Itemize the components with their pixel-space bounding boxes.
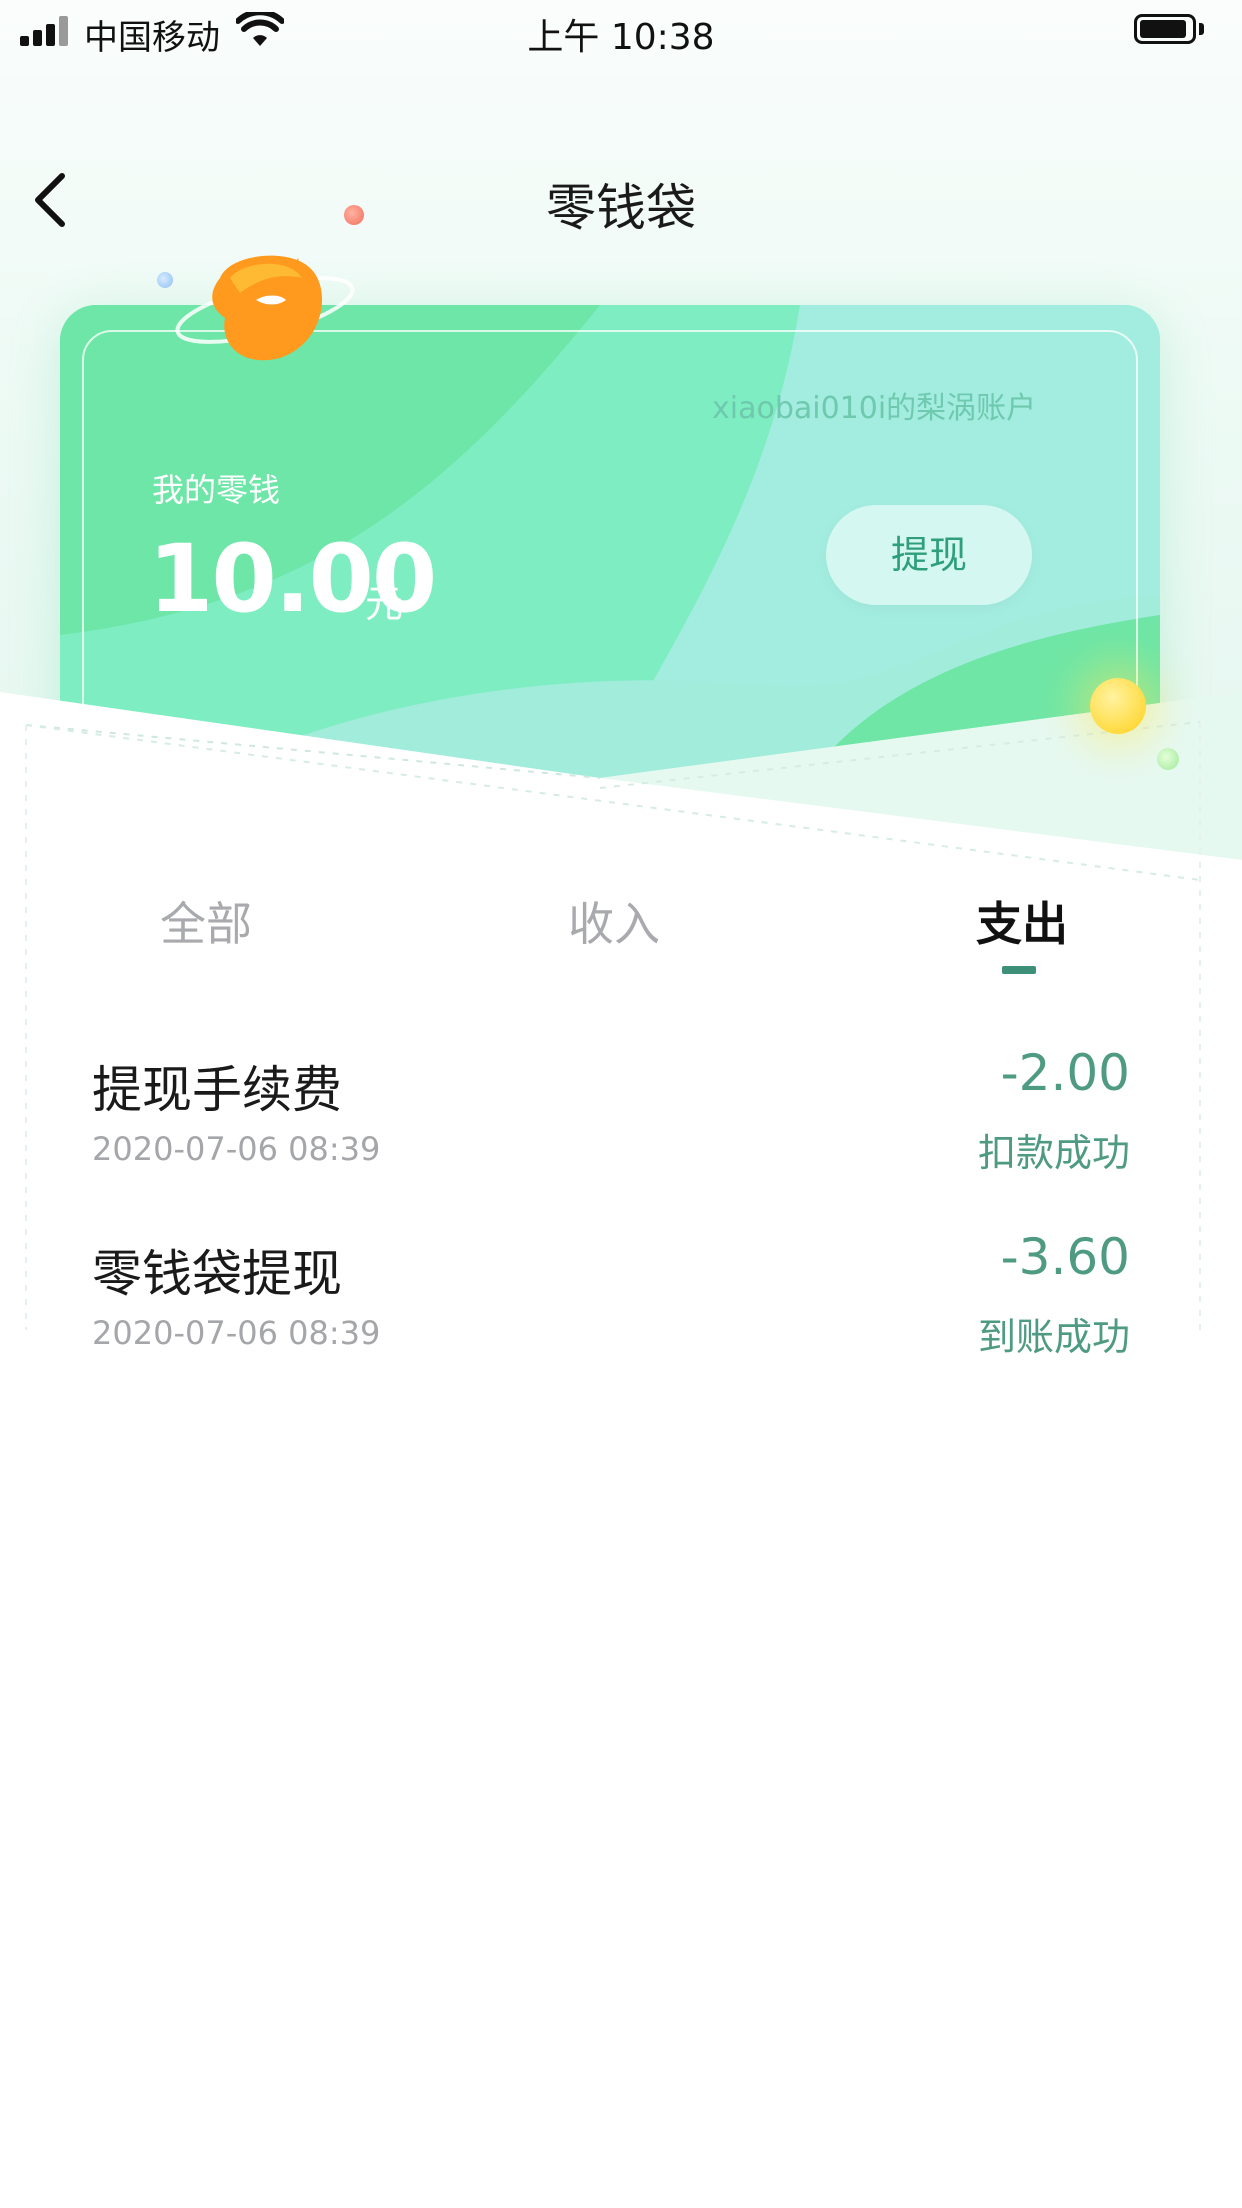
status-bar: 中国移动 上午 10:38 bbox=[0, 0, 1242, 60]
transaction-title: 零钱袋提现 bbox=[92, 1245, 342, 1303]
decor-dot-blue bbox=[157, 272, 173, 288]
transaction-title: 提现手续费 bbox=[92, 1061, 342, 1119]
transaction-date: 2020-07-06 08:39 bbox=[92, 1130, 381, 1168]
orange-planet-mascot-icon bbox=[175, 255, 355, 361]
transaction-amount: -2.00 bbox=[1000, 1044, 1130, 1102]
account-label: xiaobai010i的梨涡账户 bbox=[712, 391, 1037, 426]
battery-tip bbox=[1199, 23, 1204, 35]
withdraw-button[interactable]: 提现 bbox=[826, 505, 1032, 605]
balance-label: 我的零钱 bbox=[152, 471, 281, 509]
active-tab-indicator bbox=[1002, 966, 1036, 974]
transaction-status: 到账成功 bbox=[977, 1315, 1130, 1359]
decor-dot-red bbox=[344, 205, 364, 225]
transaction-row[interactable]: 零钱袋提现 2020-07-06 08:39 -3.60 到账成功 bbox=[0, 1214, 1242, 1394]
decor-dot-yellow bbox=[1090, 678, 1146, 734]
page-title: 零钱袋 bbox=[546, 179, 696, 237]
transaction-status: 扣款成功 bbox=[977, 1131, 1130, 1175]
status-time: 上午 10:38 bbox=[527, 17, 715, 58]
wallet-screen: 中国移动 上午 10:38 零钱袋 xiaobai010i的梨涡账户 我的零钱 … bbox=[0, 0, 1242, 2208]
transaction-amount: -3.60 bbox=[1000, 1228, 1130, 1286]
tab-expense[interactable]: 支出 bbox=[976, 888, 1068, 954]
tab-income[interactable]: 收入 bbox=[568, 888, 660, 954]
balance-unit: 元 bbox=[365, 582, 404, 626]
tab-all[interactable]: 全部 bbox=[160, 888, 252, 954]
transaction-row[interactable]: 提现手续费 2020-07-06 08:39 -2.00 扣款成功 bbox=[0, 1030, 1242, 1210]
battery-icon bbox=[1134, 14, 1196, 44]
decor-dot-green bbox=[1157, 748, 1179, 770]
transaction-date: 2020-07-06 08:39 bbox=[92, 1314, 381, 1352]
